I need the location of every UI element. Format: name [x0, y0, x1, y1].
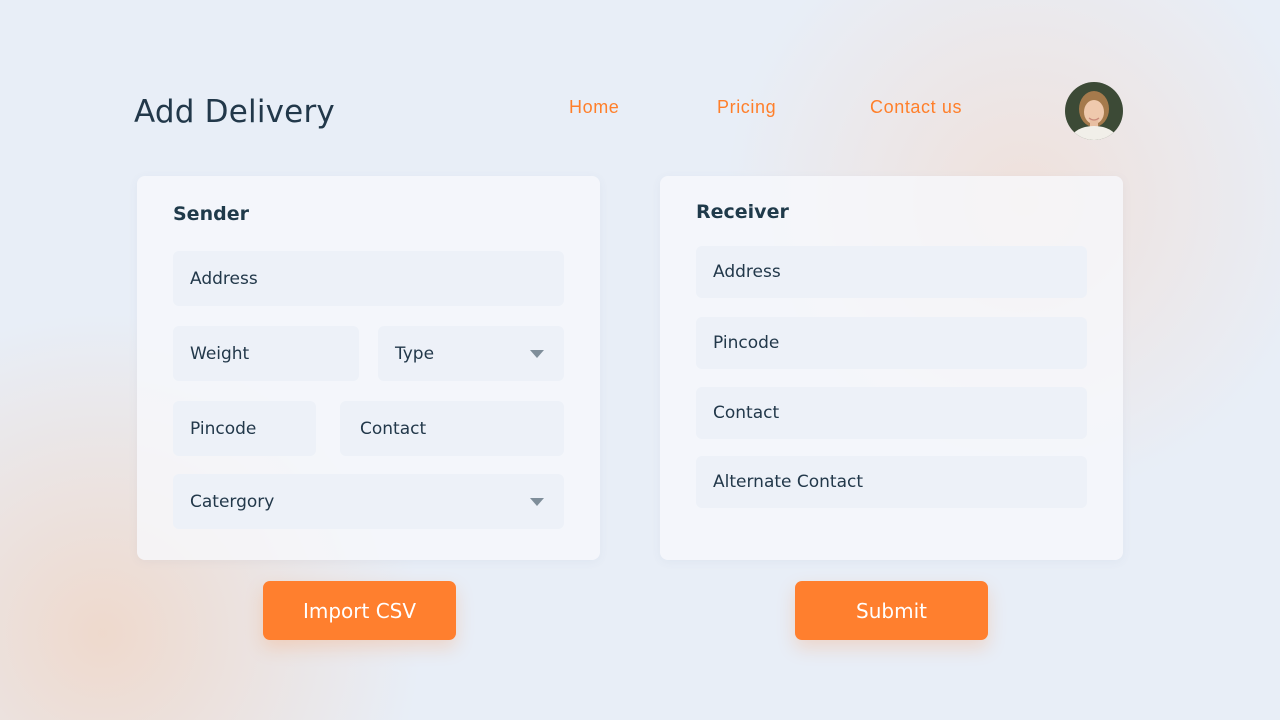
receiver-contact-placeholder: Contact — [713, 403, 780, 423]
receiver-pincode-field[interactable]: Pincode — [696, 317, 1087, 369]
sender-contact-placeholder: Contact — [360, 418, 427, 439]
receiver-alternate-contact-placeholder: Alternate Contact — [713, 472, 864, 492]
sender-address-field[interactable]: Address — [173, 251, 564, 306]
nav-home-link[interactable]: Home — [569, 97, 619, 118]
receiver-pincode-placeholder: Pincode — [713, 333, 780, 353]
user-avatar-icon — [1065, 82, 1123, 140]
import-csv-button[interactable]: Import CSV — [263, 581, 456, 640]
nav-contact-us-link[interactable]: Contact us — [870, 97, 962, 118]
sender-type-label: Type — [395, 343, 435, 364]
nav-pricing-link[interactable]: Pricing — [717, 97, 776, 118]
receiver-title: Receiver — [696, 201, 789, 223]
receiver-address-placeholder: Address — [713, 262, 781, 282]
sender-title: Sender — [173, 203, 249, 225]
receiver-alternate-contact-field[interactable]: Alternate Contact — [696, 456, 1087, 508]
chevron-down-icon — [530, 497, 544, 506]
sender-category-label: Catergory — [190, 491, 275, 512]
receiver-contact-field[interactable]: Contact — [696, 387, 1087, 439]
sender-category-select[interactable]: Catergory — [173, 474, 564, 529]
sender-weight-placeholder: Weight — [190, 343, 250, 364]
sender-pincode-placeholder: Pincode — [190, 418, 257, 439]
sender-card: Sender Address Weight Type Pincode Conta… — [137, 176, 600, 560]
receiver-address-field[interactable]: Address — [696, 246, 1087, 298]
submit-button[interactable]: Submit — [795, 581, 988, 640]
receiver-card: Receiver Address Pincode Contact Alterna… — [660, 176, 1123, 560]
avatar[interactable] — [1065, 82, 1123, 140]
sender-weight-field[interactable]: Weight — [173, 326, 359, 381]
chevron-down-icon — [530, 349, 544, 358]
sender-address-placeholder: Address — [190, 268, 258, 289]
sender-contact-field[interactable]: Contact — [340, 401, 564, 456]
sender-pincode-field[interactable]: Pincode — [173, 401, 316, 456]
sender-type-select[interactable]: Type — [378, 326, 564, 381]
